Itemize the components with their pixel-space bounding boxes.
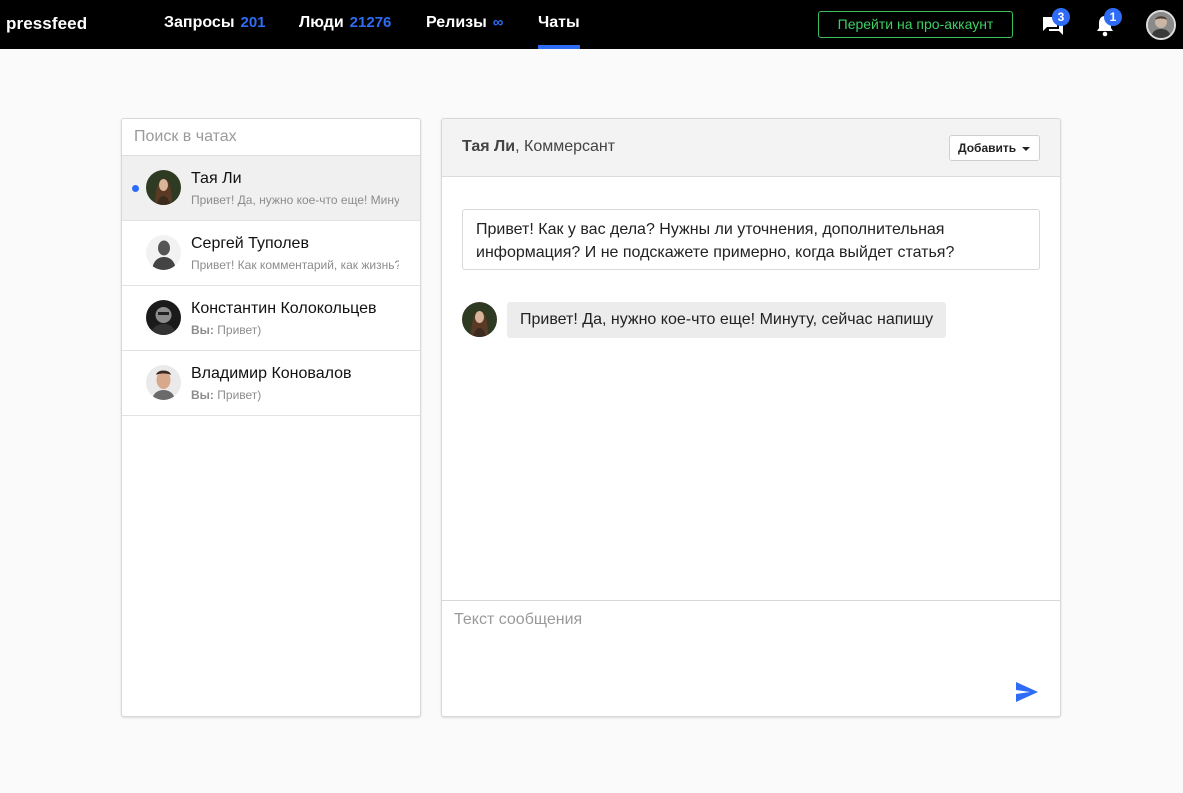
conversation-header: Тая Ли, Коммерсант Добавить — [442, 119, 1060, 177]
chat-contact-name: Владимир Коновалов — [191, 365, 352, 382]
chat-last-message: Привет! Да, нужно кое-что еще! Минуту, с… — [191, 193, 399, 207]
chat-preview-text: Привет! Как комментарий, как жизнь? — [191, 258, 399, 272]
unread-indicator — [132, 185, 139, 192]
avatar — [146, 365, 181, 400]
chat-list-panel: Тая Ли Привет! Да, нужно кое-что еще! Ми… — [121, 118, 421, 717]
message-input[interactable] — [442, 601, 1002, 716]
caret-down-icon — [1022, 147, 1030, 151]
message-composer — [442, 600, 1060, 716]
nav-requests-label: Запросы — [164, 14, 235, 31]
conversation-panel: Тая Ли, Коммерсант Добавить Привет! Как … — [441, 118, 1061, 717]
contact-organization: , Коммерсант — [515, 138, 616, 155]
message-outgoing: Привет! Как у вас дела? Нужны ли уточнен… — [462, 209, 1040, 270]
chat-preview-prefix: Вы: — [191, 323, 214, 337]
send-icon — [1016, 682, 1038, 702]
nav-requests[interactable]: Запросы 201 — [164, 14, 266, 32]
avatar — [146, 235, 181, 270]
chat-item-konstantin-kolokoltsev[interactable]: Константин Колокольцев Вы: Привет) — [122, 286, 420, 351]
chat-search-input[interactable] — [122, 119, 420, 156]
nav-releases[interactable]: Релизы ∞ — [426, 14, 504, 32]
user-avatar[interactable] — [1146, 10, 1176, 40]
nav-people-label: Люди — [299, 14, 344, 31]
chat-preview-text: Привет! Да, нужно кое-что еще! Минуту, с… — [191, 193, 399, 207]
nav-chats[interactable]: Чаты — [538, 14, 580, 32]
nav-chats-label: Чаты — [538, 14, 580, 31]
add-dropdown-button[interactable]: Добавить — [949, 135, 1040, 161]
send-button[interactable] — [1015, 681, 1039, 703]
brand-logo[interactable]: pressfeed — [6, 14, 87, 34]
chat-item-vladimir-konovalov[interactable]: Владимир Коновалов Вы: Привет) — [122, 351, 420, 416]
messages-badge: 3 — [1052, 8, 1070, 26]
chat-last-message: Привет! Как комментарий, как жизнь? — [191, 258, 399, 272]
notifications-badge: 1 — [1104, 8, 1122, 26]
chat-item-sergey-tupolev[interactable]: Сергей Туполев Привет! Как комментарий, … — [122, 221, 420, 286]
messages-button[interactable]: 3 — [1041, 8, 1070, 38]
chat-last-message: Вы: Привет) — [191, 388, 399, 402]
pro-account-button[interactable]: Перейти на про-аккаунт — [818, 11, 1013, 38]
conversation-title: Тая Ли, Коммерсант — [462, 138, 615, 156]
contact-name[interactable]: Тая Ли — [462, 138, 515, 155]
top-navigation-bar: pressfeed Запросы 201 Люди 21276 Релизы ∞ Ч… — [0, 0, 1183, 49]
chat-contact-name: Тая Ли — [191, 170, 242, 187]
chat-last-message: Вы: Привет) — [191, 323, 399, 337]
chat-contact-name: Константин Колокольцев — [191, 300, 377, 317]
active-tab-indicator — [538, 45, 580, 49]
avatar — [462, 302, 497, 337]
chat-item-taya-li[interactable]: Тая Ли Привет! Да, нужно кое-что еще! Ми… — [122, 156, 420, 221]
add-dropdown-label: Добавить — [958, 141, 1017, 155]
notifications-button[interactable]: 1 — [1094, 8, 1122, 38]
nav-people-count: 21276 — [349, 14, 392, 31]
avatar — [146, 170, 181, 205]
chat-preview-prefix: Вы: — [191, 388, 214, 402]
chat-preview-text: Привет) — [217, 388, 262, 402]
nav-releases-label: Релизы — [426, 14, 487, 31]
message-incoming: Привет! Да, нужно кое-что еще! Минуту, с… — [507, 302, 947, 338]
nav-people[interactable]: Люди 21276 — [299, 14, 391, 32]
avatar — [146, 300, 181, 335]
chat-preview-text: Привет) — [217, 323, 262, 337]
nav-requests-count: 201 — [240, 14, 266, 31]
user-avatar-image — [1148, 12, 1174, 38]
chat-contact-name: Сергей Туполев — [191, 235, 309, 252]
nav-releases-count: ∞ — [492, 14, 504, 31]
